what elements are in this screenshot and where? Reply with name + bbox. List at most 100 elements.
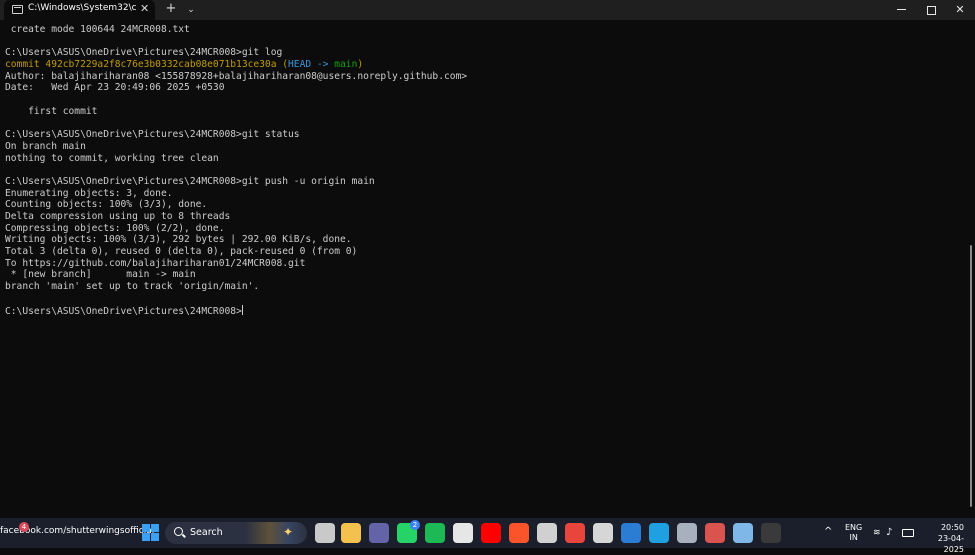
windows-logo-icon: [142, 524, 150, 532]
terminal-text: Compressing objects: 100% (2/2), done.: [5, 222, 225, 234]
terminal-text: C:\Users\ASUS\OneDrive\Pictures\24MCR008…: [5, 175, 375, 187]
terminal-line: branch 'main' set up to track 'origin/ma…: [5, 281, 467, 293]
search-input[interactable]: Search ✦: [165, 522, 307, 544]
terminal-line: C:\Users\ASUS\OneDrive\Pictures\24MCR008…: [5, 304, 467, 317]
maximize-icon: [927, 6, 936, 15]
word-icon[interactable]: [621, 523, 641, 543]
close-button[interactable]: ✕: [945, 0, 975, 20]
terminal-text: Writing objects: 100% (3/3), 292 bytes |…: [5, 234, 352, 246]
task-view-icon[interactable]: [315, 523, 335, 543]
copilot-sparkle-icon: ✦: [283, 525, 294, 539]
terminal-text: nothing to commit, working tree clean: [5, 152, 219, 164]
terminal-text: main: [334, 59, 358, 71]
chevron-up-icon[interactable]: ^: [824, 526, 832, 537]
widget-news[interactable]: facebook.com/shutterwingsofficial 4: [0, 518, 154, 548]
settings-icon[interactable]: [677, 523, 697, 543]
terminal-line: first commit: [5, 106, 467, 118]
terminal-line: Compressing objects: 100% (2/2), done.: [5, 223, 467, 235]
windows-logo-icon: [151, 524, 159, 532]
terminal-line: Author: balajihariharan08 <155878928+bal…: [5, 71, 467, 83]
scrollbar[interactable]: [968, 20, 975, 518]
terminal-text: Author: balajihariharan08 <155878928+bal…: [5, 70, 468, 82]
terminal-line: Date: Wed Apr 23 20:49:06 2025 +0530: [5, 82, 467, 94]
chrome-profile-icon[interactable]: [705, 523, 725, 543]
clock-date: 23-04-2025: [937, 534, 964, 554]
terminal-line: Counting objects: 100% (3/3), done.: [5, 199, 467, 211]
terminal-text: Total 3 (delta 0), reused 0 (delta 0), p…: [5, 246, 358, 258]
terminal-line: nothing to commit, working tree clean: [5, 153, 467, 165]
widget-badge: 4: [19, 522, 29, 532]
terminal-line: C:\Users\ASUS\OneDrive\Pictures\24MCR008…: [5, 47, 467, 59]
terminal-line: Delta compression using up to 8 threads: [5, 211, 467, 223]
scrollbar-thumb[interactable]: [970, 245, 972, 507]
terminal-text: Date: Wed Apr 23 20:49:06 2025 +0530: [5, 82, 225, 94]
taskbar: facebook.com/shutterwingsofficial 4 Sear…: [0, 518, 975, 554]
terminal-text: To https://github.com/balajihariharan01/…: [5, 257, 306, 269]
teams-icon[interactable]: [369, 523, 389, 543]
chrome-icon[interactable]: [565, 523, 585, 543]
terminal-line: To https://github.com/balajihariharan01/…: [5, 258, 467, 270]
tab-cmd[interactable]: C:\Windows\System32\cmd.e ✕: [4, 0, 155, 20]
terminal-lines: create mode 100644 24MCR008.txt C:\Users\…: [5, 24, 467, 317]
clock-time: 20:50: [940, 523, 964, 532]
youtube-icon[interactable]: [481, 523, 501, 543]
terminal-text: Delta compression using up to 8 threads: [5, 211, 231, 222]
microsoft-store-icon[interactable]: [453, 523, 473, 543]
wifi-icon[interactable]: ≋: [873, 528, 881, 538]
tab-title: C:\Windows\System32\cmd.e: [28, 3, 136, 13]
clock[interactable]: 20:50 23-04-2025: [918, 522, 964, 555]
title-bar: C:\Windows\System32\cmd.e ✕ + ⌄ ✕: [0, 0, 975, 20]
windows-logo-icon: [151, 533, 159, 541]
terminal-line: Total 3 (delta 0), reused 0 (delta 0), p…: [5, 246, 467, 258]
terminal-line: On branch main: [5, 141, 467, 153]
terminal-text: create mode 100644 24MCR008.txt: [5, 24, 190, 35]
spotify-icon[interactable]: [425, 523, 445, 543]
media-player-icon[interactable]: [537, 523, 557, 543]
notepad-icon[interactable]: [733, 523, 753, 543]
battery-icon[interactable]: [902, 529, 914, 537]
terminal-window-icon[interactable]: [593, 523, 613, 543]
region-code: IN: [849, 533, 858, 542]
terminal-text: HEAD ->: [288, 59, 335, 71]
terminal-line: Enumerating objects: 3, done.: [5, 188, 467, 200]
terminal-line: C:\Users\ASUS\OneDrive\Pictures\24MCR008…: [5, 129, 467, 141]
tab-dropdown-icon[interactable]: ⌄: [184, 1, 198, 19]
volume-icon[interactable]: ♪: [886, 527, 892, 538]
minimize-icon: [897, 9, 906, 10]
maximize-button[interactable]: [916, 0, 946, 20]
terminal-line: C:\Users\ASUS\OneDrive\Pictures\24MCR008…: [5, 176, 467, 188]
cmd-icon[interactable]: [761, 523, 781, 543]
terminal-line: commit 492cb7229a2f8c76e3b0332cab08e071b…: [5, 59, 467, 71]
notification-badge: 2: [410, 520, 420, 530]
terminal-text: branch 'main' set up to track 'origin/ma…: [5, 281, 260, 293]
terminal-line: * [new branch] main -> main: [5, 269, 467, 281]
terminal-line: create mode 100644 24MCR008.txt: [5, 24, 467, 36]
start-button[interactable]: [142, 524, 159, 541]
terminal-line: Writing objects: 100% (3/3), 292 bytes |…: [5, 234, 467, 246]
language-code: ENG: [845, 523, 863, 532]
search-icon: [174, 527, 183, 536]
terminal-text: Counting objects: 100% (3/3), done.: [5, 199, 208, 211]
terminal-text: * [new branch] main -> main: [5, 269, 196, 281]
edge-icon[interactable]: [649, 523, 669, 543]
windows-logo-icon: [142, 533, 150, 541]
terminal-text: C:\Users\ASUS\OneDrive\Pictures\24MCR008…: [5, 305, 242, 317]
minimize-button[interactable]: [886, 0, 916, 20]
terminal-text: On branch main: [5, 140, 86, 152]
language-indicator[interactable]: ENG IN: [845, 523, 862, 543]
brave-icon[interactable]: [509, 523, 529, 543]
terminal-text: commit 492cb7229a2f8c76e3b0332cab08e071b…: [5, 59, 283, 71]
terminal-text: ): [357, 59, 364, 71]
tab-close-icon[interactable]: ✕: [140, 2, 149, 16]
whatsapp-icon[interactable]: 2: [397, 520, 420, 543]
terminal-output[interactable]: create mode 100644 24MCR008.txt C:\Users\…: [0, 20, 968, 518]
terminal-text: Enumerating objects: 3, done.: [5, 187, 173, 199]
text-cursor: [241, 304, 243, 315]
new-tab-button[interactable]: +: [163, 1, 179, 17]
file-explorer-icon[interactable]: [341, 523, 361, 543]
cmd-icon: [12, 5, 23, 14]
